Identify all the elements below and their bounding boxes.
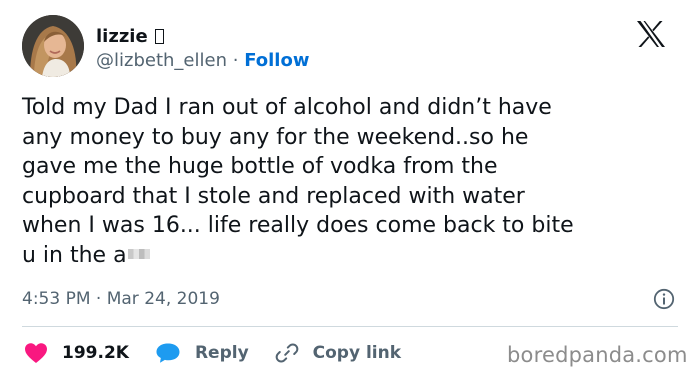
timestamp[interactable]: 4:53 PM · Mar 24, 2019 <box>22 289 220 309</box>
follow-button[interactable]: Follow <box>244 50 309 71</box>
copy-link-label: Copy link <box>312 343 402 363</box>
emoji-placeholder-icon <box>154 29 164 44</box>
speech-bubble-icon <box>156 343 180 363</box>
handle-line: @lizbeth_ellen · Follow <box>96 50 309 71</box>
handle[interactable]: @lizbeth_ellen <box>96 50 227 71</box>
reply-button[interactable]: Reply <box>155 342 249 364</box>
tweet-card: lizzie @lizbeth_ellen · Follow Told my D… <box>0 0 700 379</box>
censor-blur <box>127 248 150 259</box>
x-logo-icon[interactable] <box>636 20 666 48</box>
info-icon[interactable] <box>653 288 675 310</box>
avatar[interactable] <box>22 15 84 77</box>
display-name[interactable]: lizzie <box>96 26 164 47</box>
display-name-text: lizzie <box>96 26 148 47</box>
separator-dot: · <box>232 50 239 71</box>
link-icon <box>275 343 299 363</box>
like-count: 199.2K <box>62 343 129 363</box>
heart-icon <box>25 343 47 363</box>
action-bar: 199.2K Reply Copy link <box>24 340 427 366</box>
copy-link-button[interactable]: Copy link <box>275 341 401 365</box>
reply-label: Reply <box>194 343 249 363</box>
avatar-image <box>22 15 84 77</box>
tweet-body: Told my Dad I ran out of alcohol and did… <box>22 95 574 268</box>
divider <box>22 326 678 327</box>
tweet-text: Told my Dad I ran out of alcohol and did… <box>22 93 682 270</box>
watermark: boredpanda.com <box>507 343 688 367</box>
like-button[interactable]: 199.2K <box>24 342 129 364</box>
